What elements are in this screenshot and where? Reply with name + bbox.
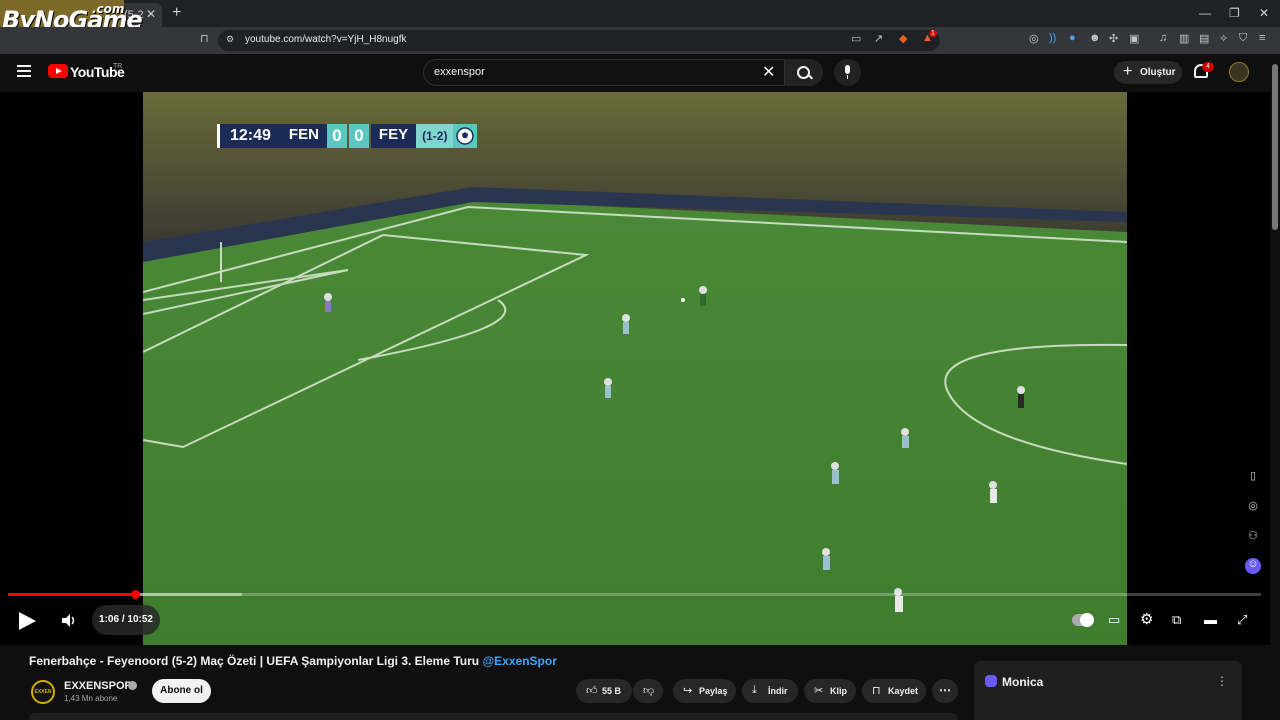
sidebar-toggle-icon[interactable]: ▥ (1179, 32, 1189, 45)
thumbs-up-icon: 👍︎ (586, 685, 598, 697)
clip-button[interactable]: ✂ Klip (804, 679, 856, 703)
share-page-icon[interactable]: ↗ (874, 32, 883, 45)
monica-panel-title: Monica (1002, 675, 1044, 689)
away-score: 0 (348, 124, 369, 148)
settings-gear-icon[interactable]: ⚙ (1140, 610, 1153, 628)
more-actions-icon[interactable]: ⋯ (932, 679, 958, 703)
channel-avatar[interactable]: EXXEN (31, 680, 55, 704)
reader-icon[interactable]: ▯ (1245, 469, 1261, 485)
fullscreen-icon[interactable]: ⤢ (1237, 612, 1247, 628)
search-button[interactable] (784, 59, 823, 86)
close-window-icon[interactable]: ✕ (1259, 6, 1269, 20)
video-title-text: Fenerbahçe - Feyenoord (5-2) Maç Özeti |… (29, 654, 480, 668)
url-text[interactable]: youtube.com/watch?v=YjH_H8nugfk (245, 34, 406, 45)
notification-count-badge: 4 (1202, 62, 1214, 72)
address-bar (0, 27, 1280, 54)
like-count: 55 B (602, 686, 622, 696)
description-box[interactable] (29, 713, 958, 720)
progress-played (8, 593, 135, 596)
avatar[interactable] (1229, 62, 1249, 82)
ai-icon[interactable]: ✧ (1219, 32, 1228, 45)
autoplay-toggle[interactable] (1072, 613, 1094, 627)
brave-shield-icon[interactable]: ◆ (899, 32, 907, 45)
home-score: 0 (326, 124, 347, 148)
video-frame[interactable] (143, 92, 1127, 645)
share-label: Paylaş (699, 686, 728, 696)
restore-icon[interactable]: ❐ (1229, 6, 1240, 20)
share-arrow-icon: ↪ (683, 685, 693, 697)
save-button[interactable]: ⊓ Kaydet (862, 679, 926, 703)
cast-icon[interactable]: ▭ (851, 32, 861, 45)
download-label: İndir (768, 686, 788, 696)
hamburger-menu-icon[interactable] (17, 65, 31, 80)
people-icon[interactable]: ⚇ (1245, 529, 1261, 545)
clip-label: Klip (830, 686, 847, 696)
volume-icon[interactable] (62, 614, 75, 627)
scoreboard-overlay: 12:49 FEN 0 0 FEY (1-2) (217, 124, 478, 148)
minimize-icon[interactable]: — (1199, 6, 1211, 20)
champions-league-ball-icon (453, 124, 478, 148)
wallet-icon[interactable]: ▤ (1199, 32, 1209, 45)
audio-icon[interactable]: )) (1049, 32, 1056, 44)
monica-assistant-icon[interactable]: ☺ (1245, 558, 1261, 574)
youtube-logo-icon[interactable] (48, 64, 68, 78)
play-button-icon[interactable] (19, 612, 36, 630)
thumbs-down-icon: 👎︎ (643, 685, 655, 697)
time-display: 1:06 / 10:52 (92, 605, 160, 635)
puzzle-icon[interactable]: ✣ (1109, 32, 1118, 45)
bookmark-icon[interactable]: ⊓ (200, 32, 209, 45)
voice-search-icon[interactable] (834, 59, 861, 86)
scrollbar-thumb[interactable] (1272, 64, 1278, 230)
region-code: TR (113, 63, 123, 70)
browser-tab-bar: (5-2 ✕ + — ❐ ✕ (0, 0, 1280, 27)
scrubber-handle[interactable] (131, 590, 140, 599)
extension-blue-icon[interactable]: ● (1069, 32, 1076, 44)
browser-menu-icon[interactable]: ≡ (1259, 32, 1265, 44)
bookmark-save-icon: ⊓ (872, 685, 881, 697)
monica-logo-icon (985, 675, 997, 687)
download-icon: ⤓ (752, 684, 757, 696)
watermark-suffix: .com (92, 2, 125, 16)
subscribe-button[interactable]: Abone ol (152, 679, 211, 703)
search-query[interactable]: exxenspor (434, 66, 485, 78)
clear-search-icon[interactable]: ✕ (762, 62, 775, 82)
scissors-icon: ✂ (814, 685, 824, 697)
monica-panel (974, 661, 1242, 720)
dislike-button[interactable]: 👎︎ (633, 679, 663, 703)
subtitles-icon[interactable]: ▭ (1108, 612, 1120, 628)
screenshot-icon[interactable]: ▣ (1129, 32, 1139, 45)
create-label: Oluştur (1140, 67, 1176, 78)
away-team: FEY (370, 124, 417, 148)
save-label: Kaydet (888, 686, 919, 696)
match-clock: 12:49 (217, 124, 281, 148)
channel-mention-link[interactable]: @ExxenSpor (482, 654, 556, 668)
extension-face-icon[interactable]: ☻ (1089, 32, 1101, 44)
channel-name[interactable]: EXXENSPOR (64, 680, 132, 692)
target-icon[interactable]: ◎ (1245, 499, 1261, 515)
subscriber-count: 1,43 Mn abone (64, 694, 118, 703)
miniplayer-icon[interactable]: ⧉ (1172, 612, 1181, 628)
close-tab-icon[interactable]: ✕ (146, 7, 156, 21)
theater-mode-icon[interactable]: ▬ (1204, 612, 1217, 627)
home-team: FEN (280, 124, 327, 148)
vpn-icon[interactable]: ⛉ (1239, 32, 1247, 45)
gamepad-icon[interactable]: ◎ (1029, 32, 1039, 45)
like-button[interactable]: 👍︎ 55 B (576, 679, 632, 703)
aggregate-score: (1-2) (416, 124, 454, 148)
download-button[interactable]: ⤓ İndir (742, 679, 798, 703)
media-icon[interactable]: ♫ (1159, 32, 1167, 44)
site-info-icon[interactable]: ⚙ (226, 34, 234, 45)
monica-more-icon[interactable]: ⋮ (1216, 674, 1228, 688)
create-button[interactable]: Oluştur (1114, 61, 1182, 84)
football-pitch-image (143, 92, 1127, 645)
new-tab-icon[interactable]: + (172, 4, 181, 22)
verified-check-icon (128, 681, 137, 690)
video-title: Fenerbahçe - Feyenoord (5-2) Maç Özeti |… (29, 654, 557, 668)
share-button[interactable]: ↪ Paylaş (673, 679, 736, 703)
extension-badge: 1 (929, 30, 937, 37)
